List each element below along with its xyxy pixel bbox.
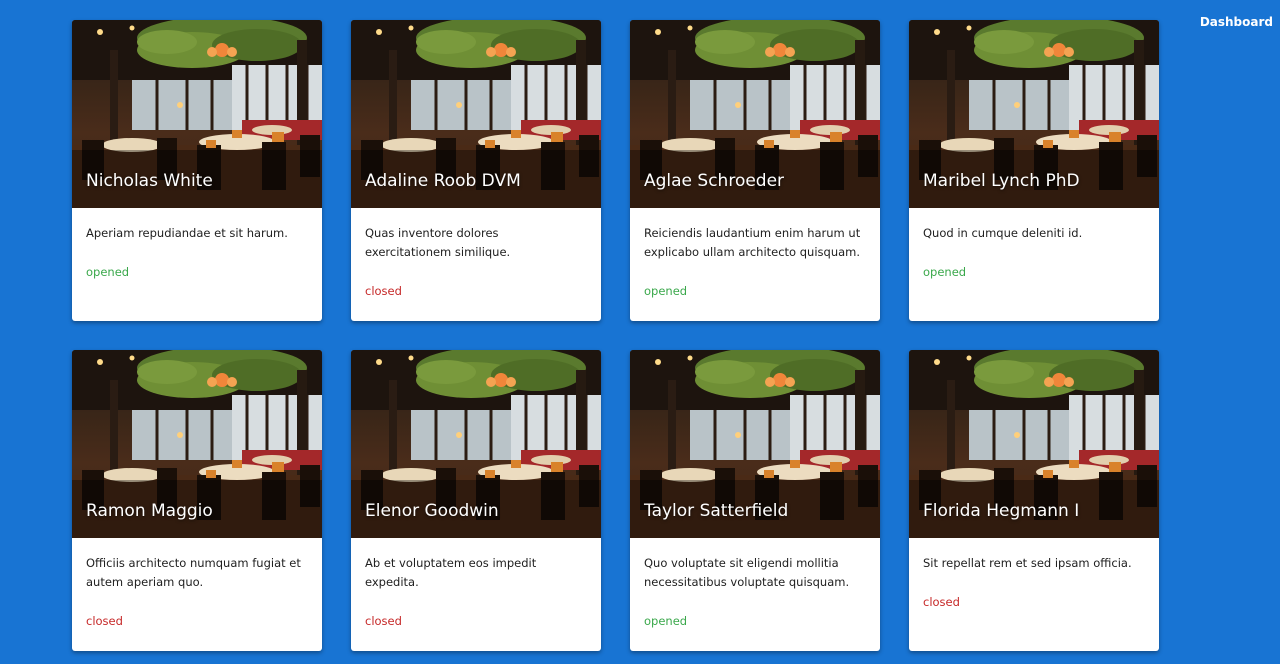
card-title: Maribel Lynch PhD (923, 171, 1080, 191)
restaurant-image: Adaline Roob DVM (351, 20, 601, 208)
card-body: Quo voluptate sit eligendi mollitia nece… (630, 538, 880, 651)
card-description: Quod in cumque deleniti id. (923, 226, 1083, 240)
card-status: closed (923, 595, 960, 609)
card-body: Quas inventore dolores exercitationem si… (351, 208, 601, 321)
card-status: opened (86, 265, 130, 279)
card-description: Quas inventore dolores exercitationem si… (365, 226, 511, 259)
card-status: opened (644, 614, 688, 628)
card-status: closed (365, 614, 402, 628)
restaurant-grid: Nicholas White Aperiam repudiandae et si… (72, 20, 1159, 651)
card-body: Reiciendis laudantium enim harum ut expl… (630, 208, 880, 321)
card-title: Adaline Roob DVM (365, 171, 521, 191)
card-description: Aperiam repudiandae et sit harum. (86, 226, 288, 240)
card-status: opened (923, 265, 967, 279)
restaurant-card[interactable]: Taylor Satterfield Quo voluptate sit eli… (630, 350, 880, 651)
restaurant-image: Taylor Satterfield (630, 350, 880, 538)
card-title: Nicholas White (86, 171, 213, 191)
card-description: Sit repellat rem et sed ipsam officia. (923, 556, 1132, 570)
card-title: Florida Hegmann I (923, 501, 1080, 521)
card-title: Elenor Goodwin (365, 501, 499, 521)
card-title: Aglae Schroeder (644, 171, 785, 191)
card-body: Ab et voluptatem eos impedit expedita. c… (351, 538, 601, 651)
card-title: Ramon Maggio (86, 501, 213, 521)
restaurant-card[interactable]: Ramon Maggio Officiis architecto numquam… (72, 350, 322, 651)
restaurant-card[interactable]: Elenor Goodwin Ab et voluptatem eos impe… (351, 350, 601, 651)
restaurant-image: Ramon Maggio (72, 350, 322, 538)
card-title: Taylor Satterfield (644, 501, 789, 521)
card-description: Ab et voluptatem eos impedit expedita. (365, 556, 537, 589)
restaurant-card[interactable]: Nicholas White Aperiam repudiandae et si… (72, 20, 322, 321)
card-body: Quod in cumque deleniti id. opened (909, 208, 1159, 321)
dashboard-link[interactable]: Dashboard (1200, 15, 1273, 29)
card-body: Sit repellat rem et sed ipsam officia. c… (909, 538, 1159, 651)
restaurant-card[interactable]: Florida Hegmann I Sit repellat rem et se… (909, 350, 1159, 651)
card-body: Aperiam repudiandae et sit harum. opened (72, 208, 322, 321)
card-description: Reiciendis laudantium enim harum ut expl… (644, 226, 861, 259)
restaurant-card[interactable]: Maribel Lynch PhD Quod in cumque delenit… (909, 20, 1159, 321)
card-description: Quo voluptate sit eligendi mollitia nece… (644, 556, 850, 589)
restaurant-image: Aglae Schroeder (630, 20, 880, 208)
restaurant-image: Elenor Goodwin (351, 350, 601, 538)
card-status: closed (365, 284, 402, 298)
card-description: Officiis architecto numquam fugiat et au… (86, 556, 301, 589)
restaurant-card[interactable]: Aglae Schroeder Reiciendis laudantium en… (630, 20, 880, 321)
restaurant-image: Nicholas White (72, 20, 322, 208)
card-status: opened (644, 284, 688, 298)
card-body: Officiis architecto numquam fugiat et au… (72, 538, 322, 651)
restaurant-image: Florida Hegmann I (909, 350, 1159, 538)
card-status: closed (86, 614, 123, 628)
restaurant-card[interactable]: Adaline Roob DVM Quas inventore dolores … (351, 20, 601, 321)
restaurant-image: Maribel Lynch PhD (909, 20, 1159, 208)
